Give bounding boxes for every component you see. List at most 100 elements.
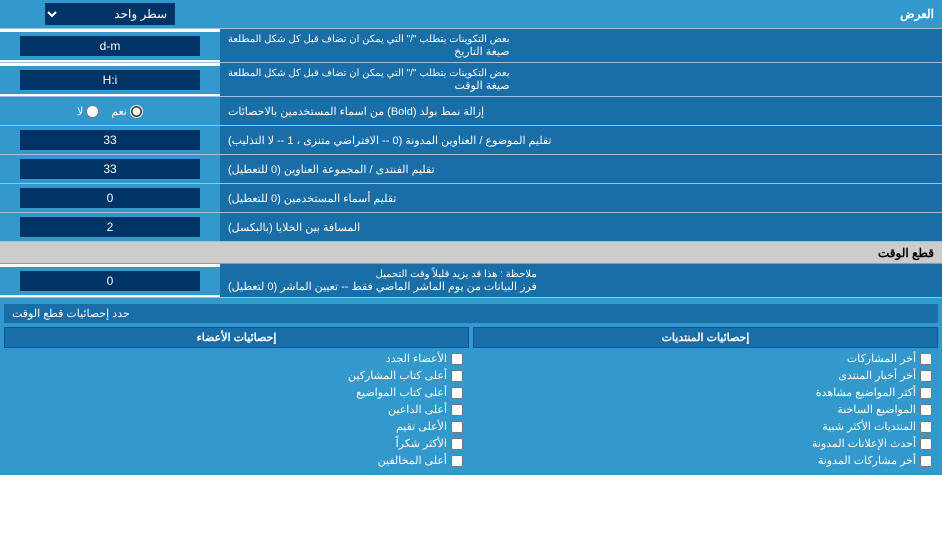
time-format-input-area: H:i bbox=[0, 66, 220, 94]
stats-posts-cb-6[interactable] bbox=[920, 438, 932, 450]
cut-time-title: قطع الوقت bbox=[8, 246, 934, 260]
date-format-input[interactable]: d-m bbox=[20, 36, 200, 56]
stats-posts-col: إحصائيات المنتديات أخر المشاركات أخر أخب… bbox=[473, 327, 938, 469]
date-format-label: بعض التكوينات يتطلب "/" التي يمكن ان تضا… bbox=[220, 29, 942, 62]
stats-mem-item-3: أعلى كتاب المواضيع bbox=[4, 384, 469, 401]
stats-grid: إحصائيات المنتديات أخر المشاركات أخر أخب… bbox=[4, 327, 938, 469]
topic-titles-input-area: 33 bbox=[0, 126, 220, 154]
bold-remove-no[interactable]: لا bbox=[77, 105, 99, 118]
stats-title: حدد إحصائيات قطع الوقت bbox=[12, 307, 130, 320]
topic-titles-input[interactable]: 33 bbox=[20, 130, 200, 150]
stats-posts-label-4: المواضيع الساخنة bbox=[837, 403, 916, 416]
cut-time-header: قطع الوقت bbox=[0, 242, 942, 264]
stats-mem-item-5: الأعلى تقيم bbox=[4, 418, 469, 435]
bold-remove-label: إزالة نمط بولد (Bold) من اسماء المستخدمي… bbox=[220, 97, 942, 125]
bold-no-label: لا bbox=[77, 105, 83, 118]
bold-remove-radio-area: نعم لا bbox=[0, 101, 220, 122]
stats-members-cb-6[interactable] bbox=[451, 438, 463, 450]
usernames-input[interactable]: 0 bbox=[20, 188, 200, 208]
date-format-note: بعض التكوينات يتطلب "/" التي يمكن ان تضا… bbox=[228, 34, 510, 45]
stats-item-7: أخر مشاركات المدونة bbox=[473, 452, 938, 469]
stats-posts-header: إحصائيات المنتديات bbox=[473, 327, 938, 348]
stats-members-label-3: أعلى كتاب المواضيع bbox=[356, 386, 447, 399]
stats-posts-label-1: أخر المشاركات bbox=[847, 352, 916, 365]
stats-members-header: إحصائيات الأعضاء bbox=[4, 327, 469, 348]
cut-time-note: ملاحظة : هذا قد يزيد قليلاً وقت التحميل bbox=[376, 269, 537, 280]
cell-spacing-label: المسافة بين الخلايا (بالبكسل) bbox=[220, 213, 942, 241]
stats-members-cb-7[interactable] bbox=[451, 455, 463, 467]
forum-titles-input[interactable]: 33 bbox=[20, 159, 200, 179]
time-format-row: بعض التكوينات يتطلب "/" التي يمكن ان تضا… bbox=[0, 63, 942, 97]
stats-posts-cb-7[interactable] bbox=[920, 455, 932, 467]
bold-remove-row: إزالة نمط بولد (Bold) من اسماء المستخدمي… bbox=[0, 97, 942, 126]
stats-posts-label-7: أخر مشاركات المدونة bbox=[818, 454, 916, 467]
date-format-title: صيغة التاريخ bbox=[454, 46, 509, 58]
stats-posts-cb-5[interactable] bbox=[920, 421, 932, 433]
stats-item-3: أكثر المواضيع مشاهدة bbox=[473, 384, 938, 401]
stats-posts-label-2: أخر أخبار المنتدى bbox=[838, 369, 916, 382]
usernames-input-area: 0 bbox=[0, 184, 220, 212]
cut-time-main-label: فرز البيانات من يوم الماشر الماضي فقط --… bbox=[228, 281, 537, 293]
cut-time-input-area: 0 bbox=[0, 267, 220, 295]
stats-members-cb-3[interactable] bbox=[451, 387, 463, 399]
cell-spacing-input-area: 2 bbox=[0, 213, 220, 241]
stats-posts-label-3: أكثر المواضيع مشاهدة bbox=[816, 386, 916, 399]
stats-posts-label-5: المنتديات الأكثر شبية bbox=[822, 420, 916, 433]
cell-spacing-input[interactable]: 2 bbox=[20, 217, 200, 237]
stats-posts-cb-2[interactable] bbox=[920, 370, 932, 382]
cut-time-input[interactable]: 0 bbox=[20, 271, 200, 291]
stats-members-label-4: أعلى الداعين bbox=[388, 403, 447, 416]
stats-mem-item-1: الأعضاء الجدد bbox=[4, 350, 469, 367]
stats-title-row: حدد إحصائيات قطع الوقت bbox=[4, 304, 938, 323]
stats-section: حدد إحصائيات قطع الوقت إحصائيات المنتديا… bbox=[0, 298, 942, 475]
stats-members-label-1: الأعضاء الجدد bbox=[386, 352, 447, 365]
display-select[interactable]: سطر واحد سطرين ثلاثة أسطر bbox=[45, 3, 175, 25]
topic-titles-label: تقليم الموضوع / العناوين المدونة (0 -- ا… bbox=[220, 126, 942, 154]
bold-no-radio[interactable] bbox=[86, 105, 99, 118]
stats-item-1: أخر المشاركات bbox=[473, 350, 938, 367]
display-label: العرض bbox=[220, 3, 942, 25]
forum-titles-label: تقليم الفنتدى / المجموعة العناوين (0 للت… bbox=[220, 155, 942, 183]
stats-members-label-6: الأكثر شكراً bbox=[396, 437, 447, 450]
topic-titles-row: تقليم الموضوع / العناوين المدونة (0 -- ا… bbox=[0, 126, 942, 155]
time-format-label: بعض التكوينات يتطلب "/" التي يمكن ان تضا… bbox=[220, 63, 942, 96]
usernames-row: تقليم أسماء المستخدمين (0 للتعطيل) 0 bbox=[0, 184, 942, 213]
bold-yes-radio[interactable] bbox=[130, 105, 143, 118]
stats-mem-item-6: الأكثر شكراً bbox=[4, 435, 469, 452]
date-format-row: بعض التكوينات يتطلب "/" التي يمكن ان تضا… bbox=[0, 29, 942, 63]
stats-members-cb-5[interactable] bbox=[451, 421, 463, 433]
stats-item-2: أخر أخبار المنتدى bbox=[473, 367, 938, 384]
cut-time-row: ملاحظة : هذا قد يزيد قليلاً وقت التحميل … bbox=[0, 264, 942, 298]
stats-item-5: المنتديات الأكثر شبية bbox=[473, 418, 938, 435]
time-format-note: بعض التكوينات يتطلب "/" التي يمكن ان تضا… bbox=[228, 68, 510, 79]
stats-members-cb-2[interactable] bbox=[451, 370, 463, 382]
usernames-label: تقليم أسماء المستخدمين (0 للتعطيل) bbox=[220, 184, 942, 212]
bold-yes-label: نعم bbox=[111, 105, 127, 118]
stats-mem-item-7: أعلى المخالفين bbox=[4, 452, 469, 469]
forum-titles-row: تقليم الفنتدى / المجموعة العناوين (0 للت… bbox=[0, 155, 942, 184]
stats-members-cb-1[interactable] bbox=[451, 353, 463, 365]
time-format-input[interactable]: H:i bbox=[20, 70, 200, 90]
stats-mem-item-4: أعلى الداعين bbox=[4, 401, 469, 418]
stats-members-label-2: أعلى كتاب المشاركين bbox=[348, 369, 447, 382]
forum-titles-input-area: 33 bbox=[0, 155, 220, 183]
stats-posts-label-6: أحدث الإعلانات المدونة bbox=[812, 437, 916, 450]
stats-item-6: أحدث الإعلانات المدونة bbox=[473, 435, 938, 452]
stats-members-label-5: الأعلى تقيم bbox=[396, 420, 447, 433]
stats-item-4: المواضيع الساخنة bbox=[473, 401, 938, 418]
display-select-area: سطر واحد سطرين ثلاثة أسطر bbox=[0, 0, 220, 28]
stats-members-cb-4[interactable] bbox=[451, 404, 463, 416]
main-container: العرض سطر واحد سطرين ثلاثة أسطر بعض التك… bbox=[0, 0, 942, 475]
stats-members-label-7: أعلى المخالفين bbox=[378, 454, 447, 467]
stats-posts-cb-4[interactable] bbox=[920, 404, 932, 416]
stats-mem-item-2: أعلى كتاب المشاركين bbox=[4, 367, 469, 384]
cell-spacing-row: المسافة بين الخلايا (بالبكسل) 2 bbox=[0, 213, 942, 242]
display-row: العرض سطر واحد سطرين ثلاثة أسطر bbox=[0, 0, 942, 29]
cut-time-row-label: ملاحظة : هذا قد يزيد قليلاً وقت التحميل … bbox=[220, 264, 942, 297]
stats-posts-cb-1[interactable] bbox=[920, 353, 932, 365]
stats-posts-cb-3[interactable] bbox=[920, 387, 932, 399]
time-format-title: صيغة الوقت bbox=[455, 80, 510, 92]
date-format-input-area: d-m bbox=[0, 32, 220, 60]
stats-members-col: إحصائيات الأعضاء الأعضاء الجدد أعلى كتاب… bbox=[4, 327, 469, 469]
bold-remove-yes[interactable]: نعم bbox=[111, 105, 143, 118]
